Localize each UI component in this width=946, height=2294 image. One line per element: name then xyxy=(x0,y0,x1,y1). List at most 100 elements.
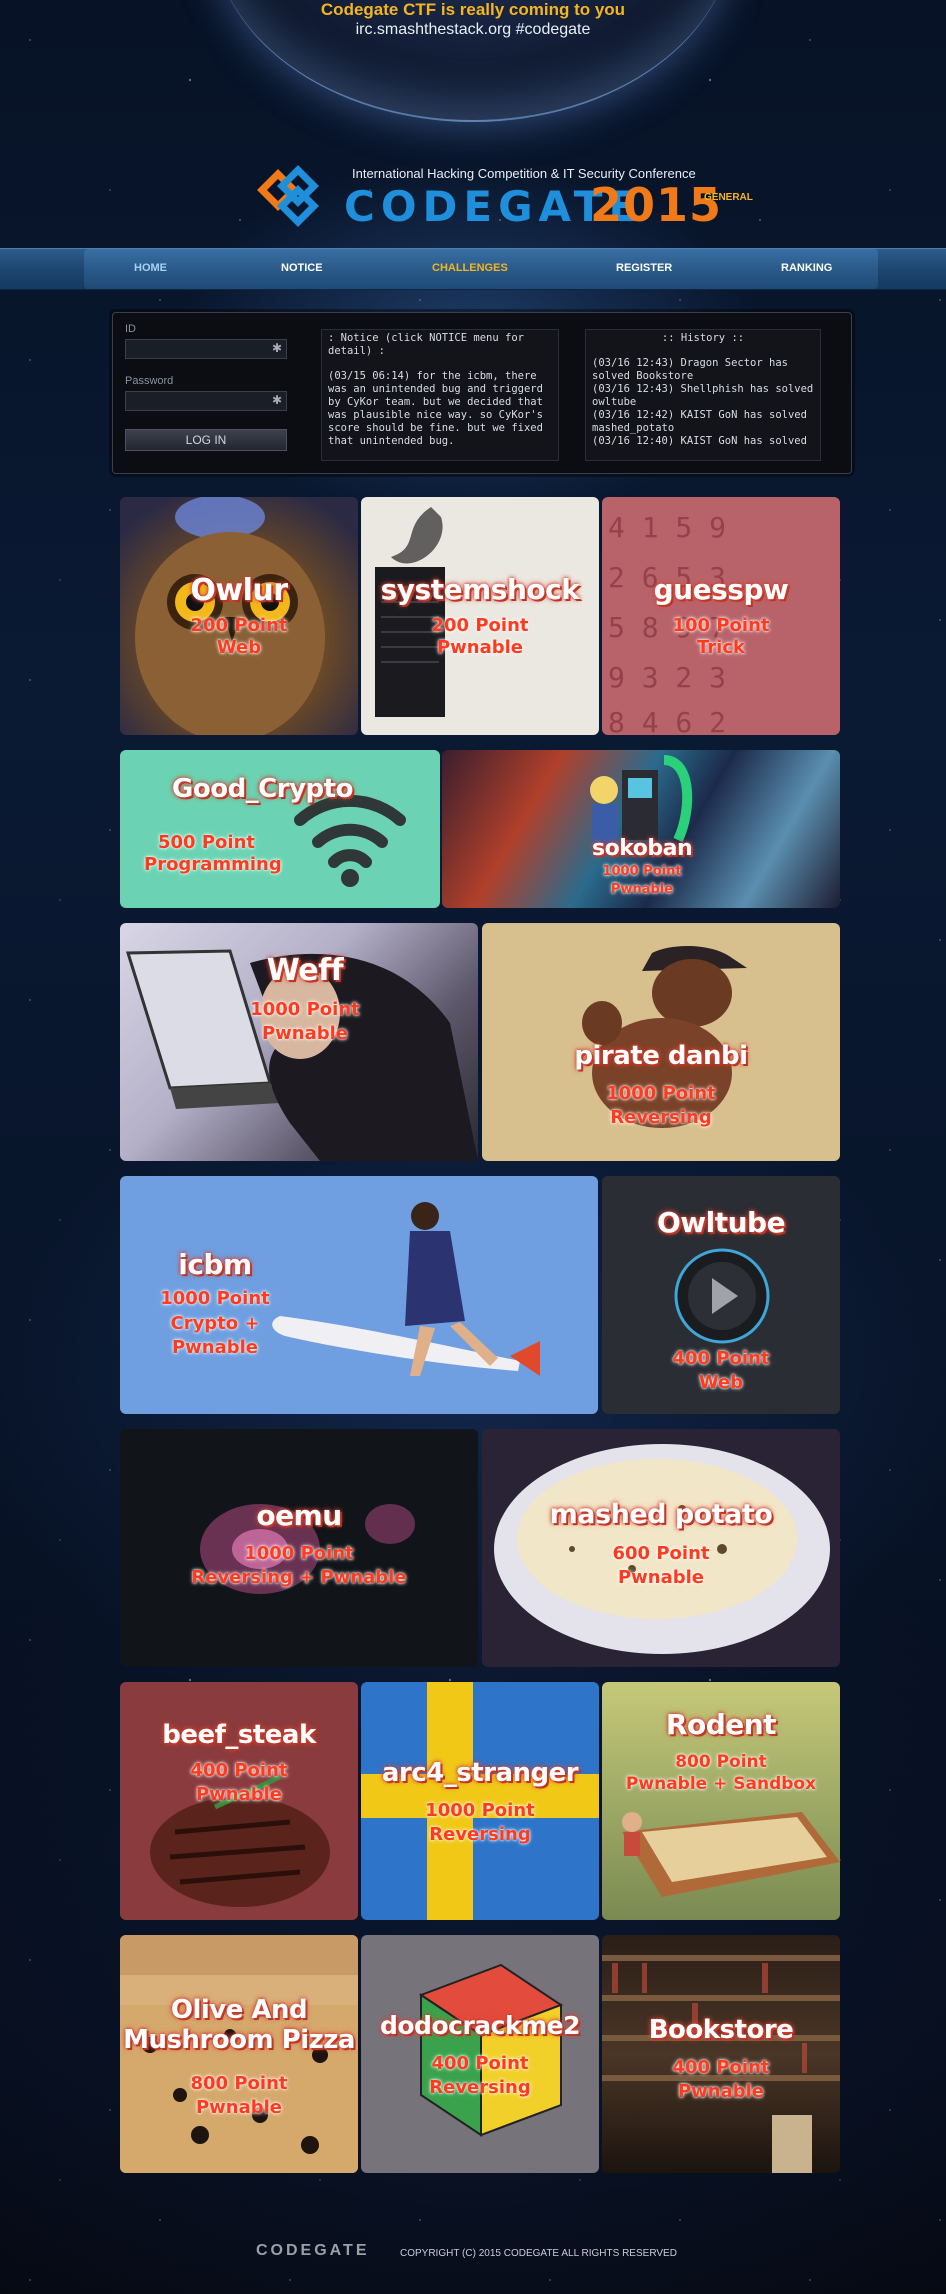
challenge-title: Bookstore xyxy=(648,2015,794,2045)
challenge-card-systemshock[interactable]: systemshock 200 Point Pwnable xyxy=(361,497,599,735)
challenge-title: icbm xyxy=(178,1248,252,1281)
challenge-points: 400 Point xyxy=(672,2057,770,2078)
announcement-banner: Codegate CTF is really coming to you irc… xyxy=(0,0,946,40)
challenge-card-bookstore[interactable]: Bookstore 400 Point Pwnable xyxy=(602,1935,840,2173)
challenge-card-olive-pizza[interactable]: Olive And Mushroom Pizza 800 Point Pwnab… xyxy=(120,1935,358,2173)
history-entry: (03/16 12:43) Dragon Sector has solved B… xyxy=(592,357,788,382)
password-input[interactable] xyxy=(126,393,286,411)
nav-home[interactable]: HOME xyxy=(134,262,167,274)
challenge-card-sokoban[interactable]: sokoban 1000 Point Pwnable xyxy=(442,750,840,908)
password-field[interactable]: ✱ xyxy=(125,391,287,411)
challenge-points: 1000 Point xyxy=(244,1543,354,1564)
challenge-title: mashed potato xyxy=(549,1499,773,1530)
challenge-card-rodent[interactable]: Rodent 800 Point Pwnable + Sandbox xyxy=(602,1682,840,1920)
challenge-category: Pwnable xyxy=(261,1023,349,1044)
challenge-points: 600 Point xyxy=(612,1543,710,1564)
login-button[interactable]: LOG IN xyxy=(125,429,287,451)
nav-notice[interactable]: NOTICE xyxy=(281,262,323,274)
history-entry: (03/16 12:43) Shellphish has solved owlt… xyxy=(592,383,814,408)
challenge-category: Web xyxy=(698,1372,744,1393)
challenge-points: 1000 Point xyxy=(602,864,682,879)
challenge-points: 1000 Point xyxy=(250,999,360,1020)
id-field[interactable]: ✱ xyxy=(125,339,287,359)
challenge-title: pirate danbi xyxy=(574,1041,748,1071)
challenge-title: Good_Crypto xyxy=(172,774,353,804)
login-form: ID ✱ Password ✱ LOG IN xyxy=(125,319,291,451)
required-asterisk-icon: ✱ xyxy=(271,393,282,407)
challenge-category: Reversing + Pwnable xyxy=(191,1567,407,1588)
footer-logo: CODEGATE xyxy=(256,2242,370,2259)
challenge-category: Pwnable xyxy=(195,1784,283,1805)
challenge-category: Pwnable xyxy=(436,637,524,658)
challenge-title: oemu xyxy=(256,1499,342,1532)
challenge-points: 400 Point xyxy=(672,1348,770,1369)
challenge-card-icbm[interactable]: icbm 1000 Point Crypto + Pwnable xyxy=(120,1176,598,1414)
challenge-card-guesspw[interactable]: 4 1 5 92 6 5 35 8 9 79 3 2 38 4 6 2 gues… xyxy=(602,497,840,735)
notice-body: (03/15 06:14) for the icbm, there was an… xyxy=(328,370,550,447)
logo-edition: GENERAL xyxy=(704,192,753,203)
challenge-title: beef_steak xyxy=(162,1720,316,1750)
nav-challenges[interactable]: CHALLENGES xyxy=(432,262,508,274)
challenge-category: Pwnable + Sandbox xyxy=(625,1774,817,1794)
challenge-points: 800 Point xyxy=(190,2073,288,2094)
challenge-card-weff[interactable]: Weff 1000 Point Pwnable xyxy=(120,923,478,1161)
nav-register[interactable]: REGISTER xyxy=(616,262,672,274)
history-box[interactable]: :: History :: (03/16 12:43) Dragon Secto… xyxy=(585,329,821,461)
history-entry: (03/16 12:40) KAIST GoN has solved xyxy=(592,435,807,447)
challenge-category: Pwnable xyxy=(617,1567,705,1588)
challenge-card-pirate-danbi[interactable]: pirate danbi 1000 Point Reversing xyxy=(482,923,840,1161)
challenge-title: Owltube xyxy=(656,1206,786,1239)
challenge-title: arc4_stranger xyxy=(381,1758,579,1788)
challenge-card-oemu[interactable]: oemu 1000 Point Reversing + Pwnable xyxy=(120,1429,478,1667)
challenge-card-dodocrackme2[interactable]: dodocrackme2 400 Point Reversing xyxy=(361,1935,599,2173)
challenge-card-beef-steak[interactable]: beef_steak 400 Point Pwnable xyxy=(120,1682,358,1920)
history-header: :: History :: xyxy=(661,332,745,344)
password-label: Password xyxy=(125,375,174,387)
challenge-card-good-crypto[interactable]: Good_Crypto 500 Point Programming xyxy=(120,750,440,908)
challenge-points: 500 Point xyxy=(158,832,255,853)
challenge-card-mashed-potato[interactable]: mashed potato 600 Point Pwnable xyxy=(482,1429,840,1667)
challenge-card-owlur[interactable]: Owlur 200 Point Web xyxy=(120,497,358,735)
challenge-points: 200 Point xyxy=(431,615,529,636)
footer-copyright: COPYRIGHT (C) 2015 CODEGATE ALL RIGHTS R… xyxy=(400,2248,677,2259)
logo-year: 2015 xyxy=(590,178,723,232)
challenge-title: Weff xyxy=(266,953,344,988)
challenge-category: Pwnable xyxy=(195,2097,283,2118)
challenge-points: 100 Point xyxy=(672,615,770,636)
challenge-points: 200 Point xyxy=(190,615,288,636)
notice-box[interactable]: : Notice (click NOTICE menu for detail) … xyxy=(321,329,559,461)
challenge-category: Crypto + Pwnable xyxy=(170,1313,260,1358)
id-label: ID xyxy=(125,323,136,335)
main-navigation: HOME NOTICE CHALLENGES REGISTER RANKING xyxy=(0,248,946,290)
challenge-points: 1000 Point xyxy=(425,1800,535,1821)
svg-text:9 3 2 3: 9 3 2 3 xyxy=(608,661,726,694)
challenge-category: Reversing xyxy=(610,1107,712,1128)
challenge-points: 1000 Point xyxy=(606,1083,716,1104)
bookstore-image xyxy=(602,1955,840,2173)
challenge-title: systemshock xyxy=(380,573,580,606)
nav-ranking[interactable]: RANKING xyxy=(781,262,832,274)
challenge-points: 800 Point xyxy=(675,1752,767,1772)
info-panel: ID ✱ Password ✱ LOG IN : Notice (click N… xyxy=(112,312,852,474)
challenge-category: Programming xyxy=(144,854,282,875)
notice-header: : Notice (click NOTICE menu for detail) … xyxy=(328,332,531,357)
challenge-card-owltube[interactable]: Owltube 400 Point Web xyxy=(602,1176,840,1414)
challenge-title: sokoban xyxy=(592,836,693,861)
announcement-title: Codegate CTF is really coming to you xyxy=(320,0,626,19)
challenge-title: Owlur xyxy=(190,573,288,608)
challenge-points: 400 Point xyxy=(190,1760,288,1781)
announcement-irc: irc.smashthestack.org #codegate xyxy=(355,21,591,38)
challenge-title: Olive And Mushroom Pizza xyxy=(123,1995,355,2055)
codegate-logo[interactable]: CODEGATE 2015 GENERAL xyxy=(252,160,772,240)
challenge-title: Rodent xyxy=(665,1708,777,1741)
svg-text:4 1 5 9: 4 1 5 9 xyxy=(608,511,726,544)
id-input[interactable] xyxy=(126,341,286,359)
challenge-title: guesspw xyxy=(653,573,789,606)
challenge-points: 400 Point xyxy=(431,2053,529,2074)
challenge-title: dodocrackme2 xyxy=(379,2011,581,2040)
challenge-category: Web xyxy=(216,637,262,658)
challenge-category: Pwnable xyxy=(610,882,674,897)
challenge-card-arc4-stranger[interactable]: arc4_stranger 1000 Point Reversing xyxy=(361,1682,599,1920)
challenge-category: Reversing xyxy=(429,1824,531,1845)
challenge-category: Reversing xyxy=(429,2077,531,2098)
